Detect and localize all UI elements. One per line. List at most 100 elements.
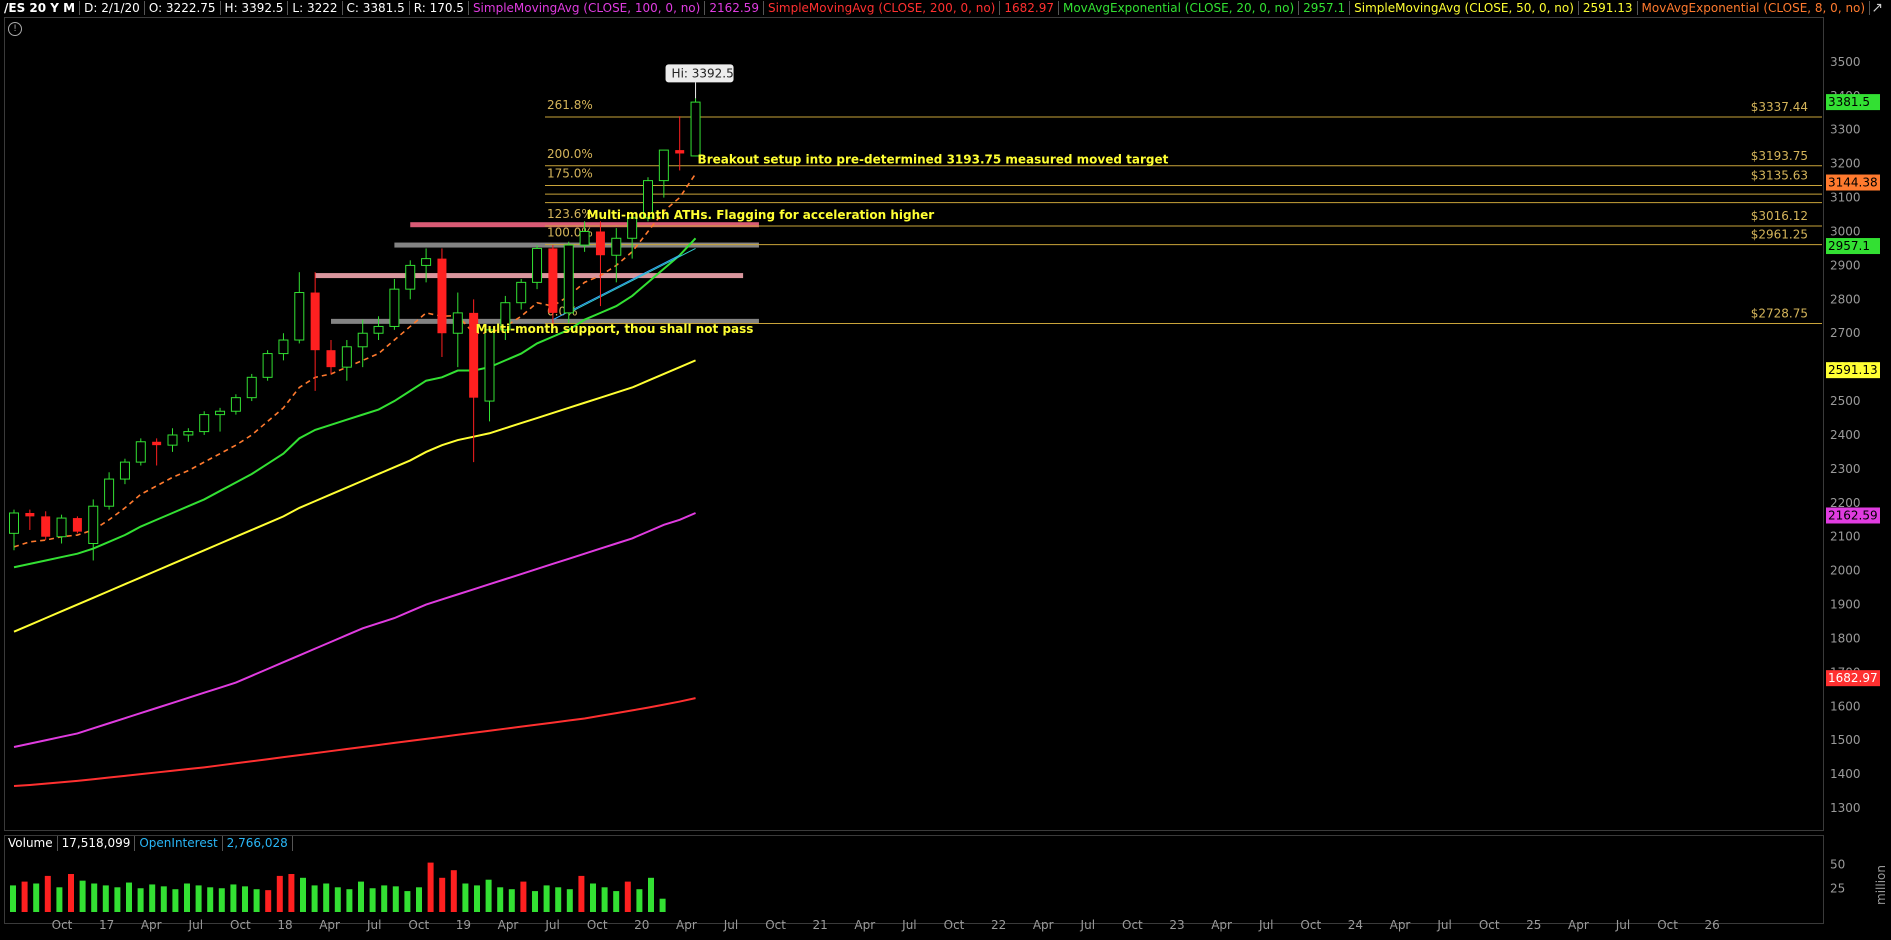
price-tick-label: 2100 <box>1830 530 1861 544</box>
candle-body <box>341 346 352 368</box>
price-tick-label: 3200 <box>1830 157 1861 171</box>
moving-average-line <box>13 512 696 748</box>
volume-bar <box>346 889 353 912</box>
time-tick-label: 23 <box>1169 918 1184 932</box>
volume-bar <box>137 888 144 912</box>
candle-body <box>119 461 130 480</box>
price-tick-label: 2700 <box>1830 326 1861 340</box>
price-tick-label: 1900 <box>1830 598 1861 612</box>
volume-tick-label: 50 <box>1830 858 1845 872</box>
time-tick-label: Oct <box>230 918 251 932</box>
volume-bar <box>590 883 596 912</box>
time-tick-label: Apr <box>1033 918 1054 932</box>
candle-body <box>405 264 416 290</box>
price-tick-label: 2300 <box>1830 462 1861 476</box>
price-tick-label: 1400 <box>1830 767 1861 781</box>
openinterest-label[interactable]: OpenInterest <box>135 836 223 851</box>
hi-callout: Hi: 3392.5 <box>665 64 734 99</box>
time-tick-label: Jul <box>1258 918 1273 932</box>
volume-bar <box>392 886 399 912</box>
candle-body <box>437 258 447 334</box>
time-tick-label: 21 <box>813 918 828 932</box>
time-tick-label: Oct <box>52 918 73 932</box>
candle-body <box>294 292 305 341</box>
volume-bar <box>485 879 492 912</box>
price-tick-label: 2900 <box>1830 258 1861 272</box>
hi-callout-text: Hi: 3392.5 <box>672 66 734 80</box>
time-tick-label: 25 <box>1526 918 1541 932</box>
volume-bar <box>636 889 643 912</box>
time-tick-label: Apr <box>141 918 162 932</box>
time-tick-label: Jul <box>1615 918 1630 932</box>
volume-bar <box>56 887 63 912</box>
zone-band <box>315 273 744 279</box>
volume-bar <box>427 862 434 912</box>
candle-body <box>516 281 527 304</box>
fib-price-label: $3193.75 <box>1751 149 1808 163</box>
candle-body <box>611 237 622 256</box>
candle-body <box>421 258 432 266</box>
time-tick-label: Apr <box>1568 918 1589 932</box>
candle-body <box>452 312 463 334</box>
info-icon[interactable]: ! <box>8 22 22 36</box>
volume-bar <box>300 877 306 912</box>
candle-body <box>135 441 146 463</box>
candle-body <box>278 339 289 355</box>
time-tick-label: Oct <box>408 918 429 932</box>
candle-body <box>152 441 162 446</box>
price-tick-label: 1500 <box>1830 733 1861 747</box>
fib-price-label: $3135.63 <box>1751 168 1808 182</box>
volume-bar <box>648 877 654 912</box>
time-tick-label: 26 <box>1705 918 1720 932</box>
volume-bar <box>462 883 469 912</box>
volume-bar <box>276 875 283 912</box>
time-tick-label: Apr <box>676 918 697 932</box>
volume-bar <box>79 880 86 912</box>
volume-bar <box>184 883 190 912</box>
fib-price-label: $3337.44 <box>1751 100 1808 114</box>
candle-body <box>56 517 67 538</box>
moving-average-line <box>13 237 697 569</box>
time-tick-label: Oct <box>587 918 608 932</box>
time-tick-label: Apr <box>498 918 519 932</box>
candle-body <box>532 247 543 283</box>
volume-label[interactable]: Volume <box>4 836 58 851</box>
candle-body <box>484 329 495 402</box>
price-tick-label: 1300 <box>1830 801 1861 815</box>
volume-bar <box>323 883 330 912</box>
candle-body <box>675 150 685 154</box>
price-tag-label: 2591.13 <box>1828 363 1878 377</box>
volume-header: Volume 17,518,099 OpenInterest 2,766,028 <box>4 836 293 851</box>
volume-bar <box>508 889 515 912</box>
price-axis: 1300140015001600170018001900200021002200… <box>1830 55 1861 815</box>
openinterest-value: 2,766,028 <box>223 836 293 851</box>
chart-annotation: Breakout setup into pre-determined 3193.… <box>698 153 1169 167</box>
volume-bar <box>10 885 16 912</box>
price-chart[interactable]: 1300140015001600170018001900200021002200… <box>0 0 1891 940</box>
candle-body <box>563 244 574 314</box>
candle-body <box>199 414 210 433</box>
volume-tick-label: 25 <box>1830 881 1845 895</box>
volume-bar <box>532 891 538 912</box>
moving-average-line <box>13 697 696 787</box>
volume-bar <box>102 885 109 912</box>
volume-bar <box>91 883 98 912</box>
fib-pct-label: 175.0% <box>547 166 593 180</box>
volume-bar <box>555 887 562 912</box>
candle-body <box>41 516 51 537</box>
fib-price-label: $2728.75 <box>1751 306 1808 320</box>
volume-bar <box>288 874 295 912</box>
moving-average-line <box>13 359 696 633</box>
candle-body <box>230 397 241 412</box>
candle-body <box>373 325 384 334</box>
volume-bar <box>265 890 272 912</box>
time-tick-label: Jul <box>901 918 916 932</box>
candle-body <box>548 248 558 313</box>
candle-body <box>72 518 82 532</box>
volume-bar <box>416 887 422 912</box>
time-tick-label: Jul <box>723 918 738 932</box>
volume-bar <box>601 887 608 912</box>
price-tick-label: 2000 <box>1830 564 1861 578</box>
candle-body <box>88 505 99 545</box>
volume-bar <box>230 884 237 912</box>
